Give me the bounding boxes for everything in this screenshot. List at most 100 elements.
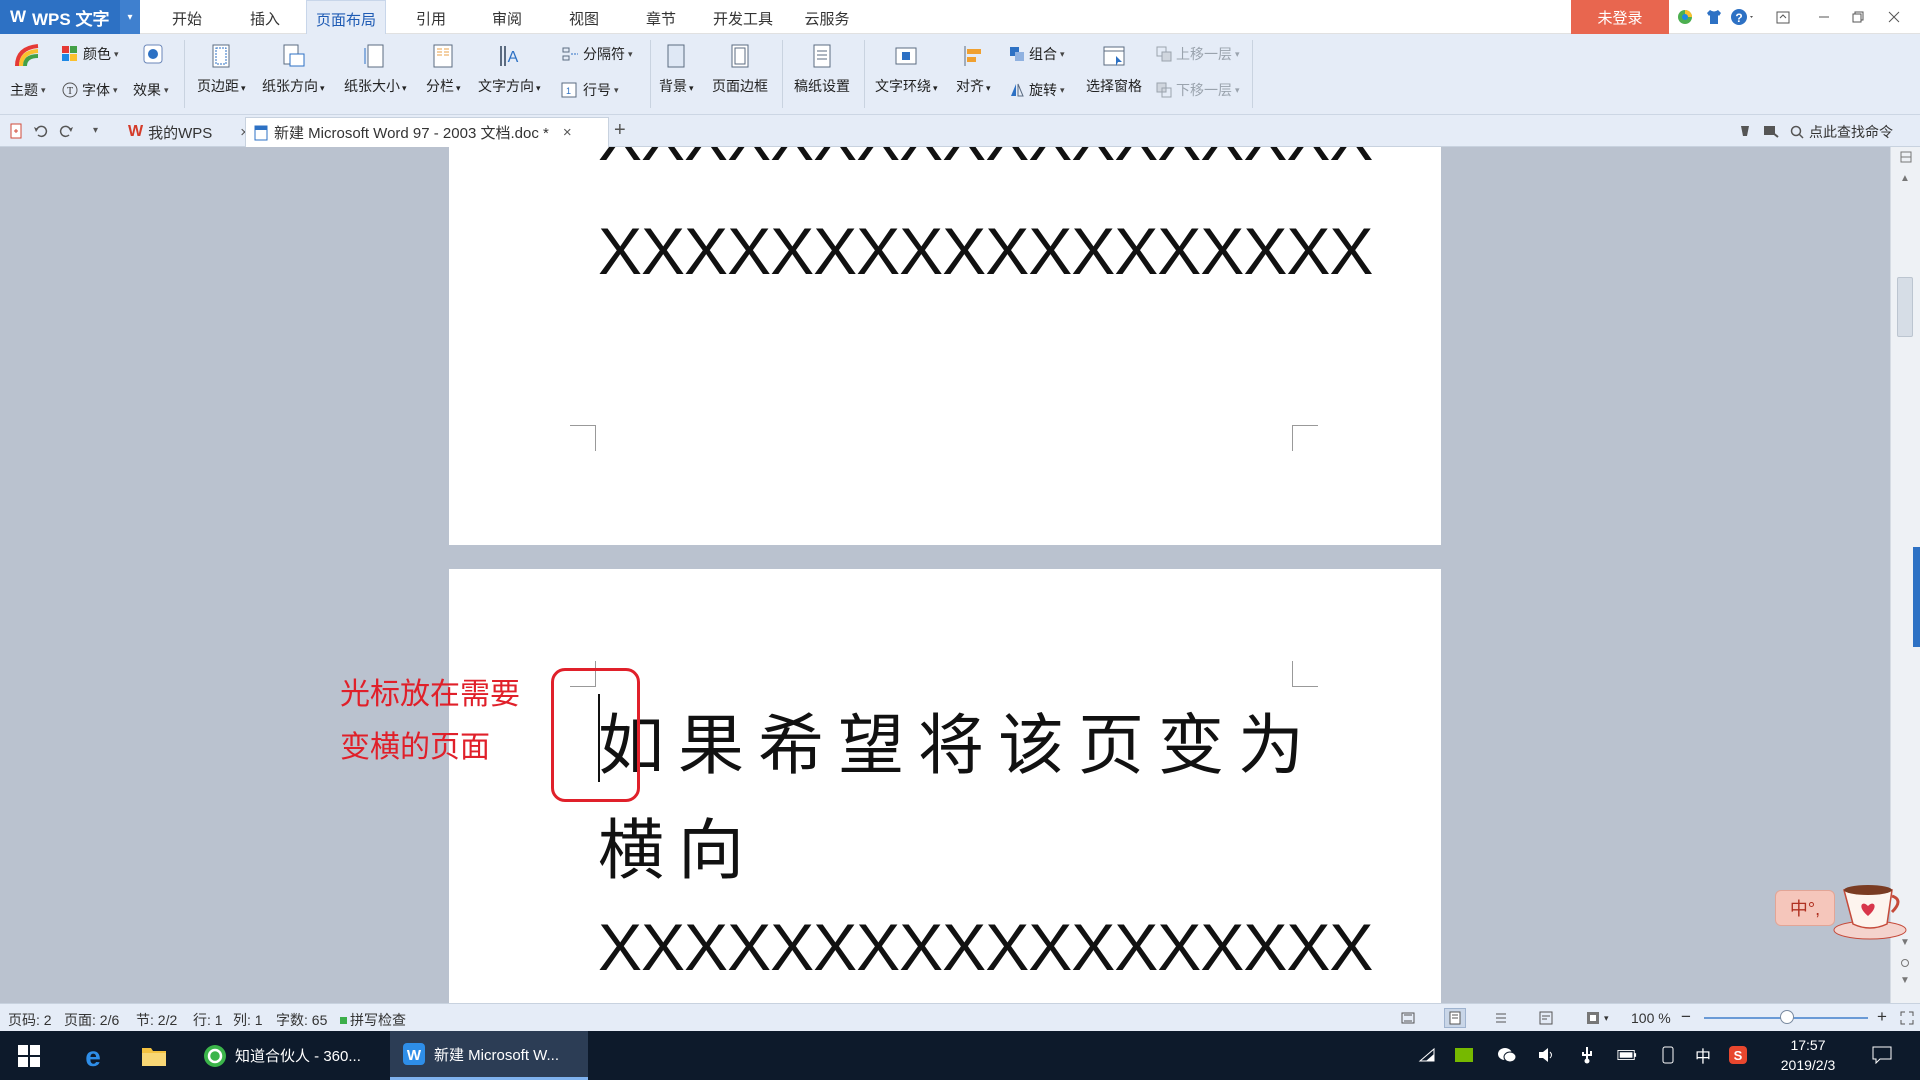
close-icon[interactable]: × <box>563 124 572 141</box>
wifi-icon[interactable] <box>1417 1045 1437 1065</box>
manuscript-settings-button[interactable]: 稿纸设置 <box>794 42 850 96</box>
theme-button[interactable]: 主题 ▾ <box>10 80 46 100</box>
quick-access-dropdown-icon[interactable]: ▾ <box>93 123 105 139</box>
redo-icon[interactable] <box>58 123 74 139</box>
web-view-icon[interactable] <box>1538 1010 1554 1026</box>
nvidia-icon[interactable] <box>1454 1045 1474 1065</box>
spell-check-toggle[interactable]: 拼写检查 <box>340 1010 406 1030</box>
full-screen-view-icon[interactable] <box>1400 1010 1416 1026</box>
skin-shirt-icon[interactable] <box>1705 8 1723 26</box>
tab-chapter[interactable]: 章节 <box>634 0 688 34</box>
app-menu-button[interactable]: W WPS 文字 ▾ <box>0 0 140 34</box>
windows-start-icon[interactable] <box>18 1045 40 1067</box>
edge-browser-icon[interactable]: e <box>80 1043 106 1069</box>
text-direction-button[interactable]: A 文字方向 ▾ <box>478 42 541 96</box>
text-wrap-icon <box>895 47 917 65</box>
send-backward-button[interactable]: 下移一层 ▾ <box>1156 80 1240 100</box>
notification-center-icon[interactable] <box>1872 1045 1892 1065</box>
new-tab-button[interactable]: + <box>614 119 626 142</box>
search-command-box[interactable]: 点此查找命令 <box>1790 122 1893 142</box>
tab-review[interactable]: 审阅 <box>480 0 534 34</box>
document-content-layer: XXXXXXXXXXXXXXXXXX XXXXXXXXXXXXXXXXXX 如果… <box>0 147 1890 1003</box>
taskbar-app-360[interactable]: 知道合伙人 - 360... <box>195 1031 385 1080</box>
page-border-button[interactable]: 页面边框 <box>712 42 768 96</box>
split-view-icon[interactable] <box>1900 151 1912 163</box>
outline-view-icon[interactable] <box>1493 1010 1509 1026</box>
background-button[interactable]: 背景 ▾ <box>659 42 694 96</box>
tab-insert[interactable]: 插入 <box>238 0 292 34</box>
zoom-slider-thumb[interactable] <box>1780 1010 1794 1024</box>
group-button[interactable]: 组合 ▾ <box>1009 44 1065 64</box>
side-panel-tab[interactable] <box>1913 547 1920 647</box>
help-icon[interactable]: ? <box>1730 8 1756 26</box>
scrollbar-thumb[interactable] <box>1897 277 1913 337</box>
share-icon[interactable] <box>1763 123 1779 139</box>
maximize-button[interactable] <box>1842 0 1874 34</box>
scroll-up-icon[interactable]: ▲ <box>1900 173 1910 184</box>
text-line: XXXXXXXXXXXXXXXXXX <box>598 214 1373 288</box>
minimize-button[interactable] <box>1808 0 1840 34</box>
file-explorer-icon[interactable] <box>141 1045 167 1067</box>
page-border-icon <box>731 44 749 68</box>
tab-cloud[interactable]: 云服务 <box>796 0 858 34</box>
tab-home[interactable]: 开始 <box>160 0 214 34</box>
status-bar: 页码: 2 页面: 2/6 节: 2/2 行: 1 列: 1 字数: 65 拼写… <box>0 1003 1920 1031</box>
font-theme-button[interactable]: T 字体 ▾ <box>62 80 118 100</box>
battery-icon[interactable] <box>1617 1045 1637 1065</box>
eye-protection-icon[interactable]: ▾ <box>1585 1010 1609 1026</box>
new-doc-icon[interactable] <box>8 123 24 139</box>
theme-icon[interactable] <box>14 42 42 68</box>
ime-indicator[interactable]: 中 <box>1693 1045 1713 1066</box>
undo-icon[interactable] <box>33 123 49 139</box>
app-menu-dropdown-icon[interactable]: ▾ <box>120 0 140 34</box>
tab-view[interactable]: 视图 <box>557 0 611 34</box>
selection-pane-button[interactable]: 选择窗格 <box>1086 42 1142 96</box>
annotation-line: 变横的页面 <box>340 731 490 764</box>
line-numbers-button[interactable]: 1 行号 ▾ <box>561 80 619 100</box>
fit-width-icon[interactable] <box>1900 1011 1914 1025</box>
rotate-button[interactable]: 旋转 ▾ <box>1009 80 1065 100</box>
margins-button[interactable]: 页边距 ▾ <box>197 42 246 96</box>
zoom-in-button[interactable]: + <box>1877 1007 1887 1027</box>
volume-icon[interactable] <box>1537 1045 1557 1065</box>
next-page-icon[interactable]: ▼ <box>1900 975 1910 986</box>
wechat-icon[interactable] <box>1497 1045 1517 1065</box>
ime-status-widget[interactable]: 中°, <box>1775 890 1835 926</box>
tab-developer[interactable]: 开发工具 <box>708 0 778 34</box>
page-view-icon[interactable] <box>1444 1008 1466 1028</box>
cloud-sync-icon[interactable] <box>1737 123 1753 139</box>
close-button[interactable] <box>1878 0 1910 34</box>
usb-icon[interactable] <box>1577 1045 1597 1065</box>
browse-object-icon[interactable] <box>1901 959 1909 967</box>
ime-mascot-cup-icon[interactable] <box>1830 872 1910 942</box>
taskbar-app-wps[interactable]: W 新建 Microsoft W... <box>390 1031 588 1080</box>
tab-current-document[interactable]: 新建 Microsoft Word 97 - 2003 文档.doc * × <box>245 117 609 147</box>
align-button[interactable]: 对齐 ▾ <box>956 42 991 96</box>
background-label: 背景 <box>659 78 687 94</box>
device-icon[interactable] <box>1658 1045 1678 1065</box>
wps-writer-icon: W <box>403 1043 425 1065</box>
zoom-out-button[interactable]: − <box>1681 1007 1691 1027</box>
tab-my-wps[interactable]: W 我的WPS × <box>120 117 257 147</box>
status-word-count[interactable]: 字数: 65 <box>276 1010 327 1030</box>
status-pages[interactable]: 页面: 2/6 <box>64 1010 119 1030</box>
columns-button[interactable]: 分栏 ▾ <box>426 42 461 96</box>
system-clock[interactable]: 17:57 2019/2/3 <box>1768 1035 1848 1075</box>
tab-references[interactable]: 引用 <box>404 0 458 34</box>
orientation-button[interactable]: 纸张方向 ▾ <box>262 42 325 96</box>
paper-size-button[interactable]: 纸张大小 ▾ <box>344 42 407 96</box>
text-wrap-button[interactable]: 文字环绕 ▾ <box>875 42 938 96</box>
login-button[interactable]: 未登录 <box>1571 0 1669 34</box>
color-button[interactable]: 颜色 ▾ <box>62 44 119 64</box>
effect-button[interactable]: 效果 ▾ <box>133 80 169 100</box>
sogou-ime-icon[interactable]: S <box>1728 1045 1748 1065</box>
breaks-button[interactable]: 分隔符 ▾ <box>561 44 633 64</box>
orientation-label: 纸张方向 <box>262 78 318 94</box>
margins-icon <box>212 44 230 68</box>
bring-forward-button[interactable]: 上移一层 ▾ <box>1156 44 1240 64</box>
zoom-level[interactable]: 100 % <box>1631 1010 1671 1026</box>
browser-icon[interactable] <box>1676 8 1694 26</box>
restore-ribbon-icon[interactable] <box>1767 0 1799 34</box>
tab-page-layout[interactable]: 页面布局 <box>306 0 386 35</box>
effect-icon[interactable] <box>143 44 163 64</box>
